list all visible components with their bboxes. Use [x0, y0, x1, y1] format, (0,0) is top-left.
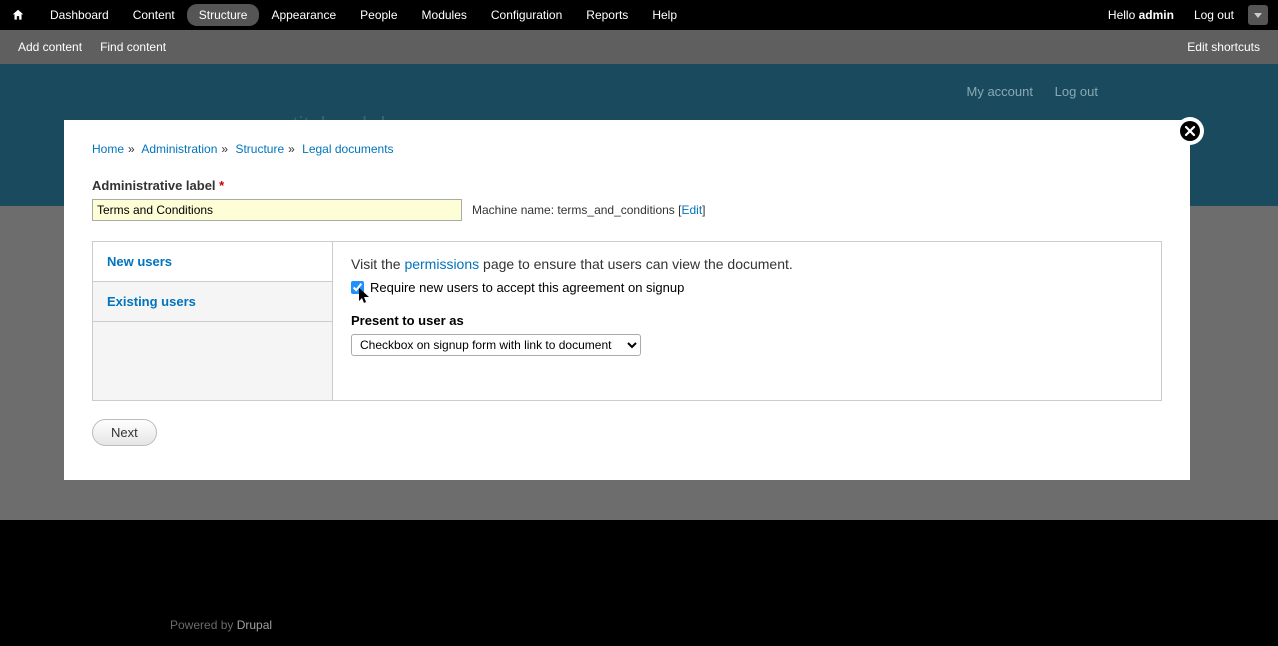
menu-configuration[interactable]: Configuration [479, 4, 574, 26]
edit-shortcuts[interactable]: Edit shortcuts [1187, 40, 1260, 54]
require-signup-checkbox[interactable] [351, 281, 364, 294]
menu-help[interactable]: Help [640, 4, 689, 26]
toolbar-toggle[interactable] [1248, 5, 1268, 25]
close-icon[interactable] [1176, 117, 1204, 145]
menu-appearance[interactable]: Appearance [259, 4, 348, 26]
user-links: My account Log out [949, 84, 1098, 99]
admin-toolbar: Dashboard Content Structure Appearance P… [0, 0, 1278, 30]
menu-reports[interactable]: Reports [574, 4, 640, 26]
admin-label: Administrative label * [92, 178, 1162, 193]
require-signup-label: Require new users to accept this agreeme… [370, 280, 684, 295]
shortcut-add-content[interactable]: Add content [18, 40, 82, 54]
breadcrumb: Home» Administration» Structure» Legal d… [92, 142, 1162, 156]
vertical-tabs: New users Existing users Visit the permi… [92, 241, 1162, 401]
tab-pane-new-users: Visit the permissions page to ensure tha… [333, 242, 1161, 400]
toolbar-logout[interactable]: Log out [1188, 4, 1240, 26]
tab-existing-users[interactable]: Existing users [93, 282, 332, 322]
menu-modules[interactable]: Modules [410, 4, 479, 26]
crumb-structure[interactable]: Structure [235, 142, 284, 156]
admin-label-input[interactable] [92, 199, 462, 221]
next-button[interactable]: Next [92, 419, 157, 446]
shortcut-bar: Add content Find content Edit shortcuts [0, 30, 1278, 64]
my-account-link[interactable]: My account [967, 84, 1033, 99]
menu-structure[interactable]: Structure [187, 4, 260, 26]
logout-link[interactable]: Log out [1055, 84, 1098, 99]
tab-new-users[interactable]: New users [93, 242, 332, 282]
machine-name-edit[interactable]: Edit [681, 203, 702, 217]
drupal-link[interactable]: Drupal [237, 618, 272, 632]
menu-dashboard[interactable]: Dashboard [38, 4, 121, 26]
menu-people[interactable]: People [348, 4, 409, 26]
crumb-home[interactable]: Home [92, 142, 124, 156]
require-signup-row[interactable]: Require new users to accept this agreeme… [351, 280, 1143, 295]
present-as-label: Present to user as [351, 313, 1143, 328]
footer: Powered by Drupal [0, 520, 1278, 646]
shortcut-find-content[interactable]: Find content [100, 40, 166, 54]
hello-user: Hello admin [1108, 8, 1174, 22]
permissions-hint: Visit the permissions page to ensure tha… [351, 256, 1143, 272]
powered-by: Powered by Drupal [170, 618, 272, 632]
machine-name-text: Machine name: terms_and_conditions [Edit… [472, 203, 706, 217]
menu-content[interactable]: Content [121, 4, 187, 26]
permissions-link[interactable]: permissions [404, 256, 479, 272]
present-as-select[interactable]: Checkbox on signup form with link to doc… [351, 334, 641, 356]
crumb-legal-documents[interactable]: Legal documents [302, 142, 393, 156]
home-icon[interactable] [10, 7, 26, 23]
crumb-administration[interactable]: Administration [141, 142, 217, 156]
overlay-panel: Home» Administration» Structure» Legal d… [64, 120, 1190, 480]
